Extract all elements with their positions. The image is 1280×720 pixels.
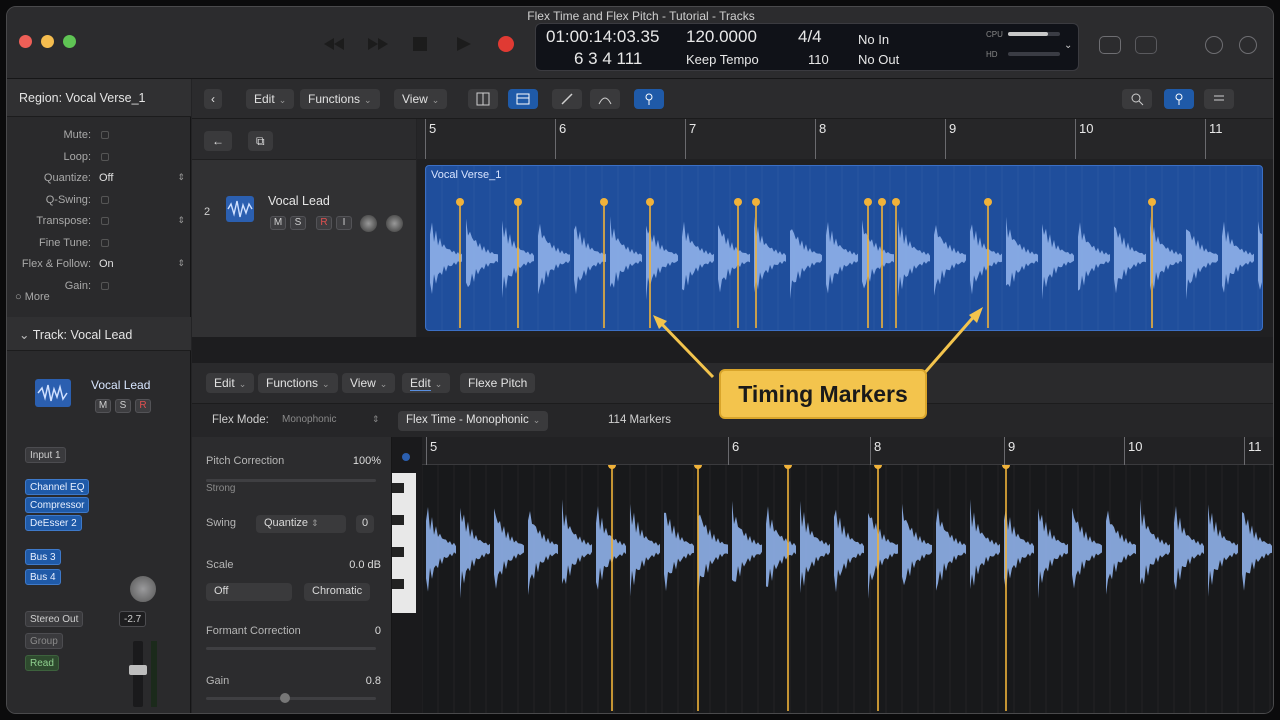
timing-markers-callout: Timing Markers xyxy=(719,369,927,419)
logic-window: Flex Time and Flex Pitch - Tutorial - Tr… xyxy=(6,6,1274,714)
callout-arrows xyxy=(653,307,983,379)
